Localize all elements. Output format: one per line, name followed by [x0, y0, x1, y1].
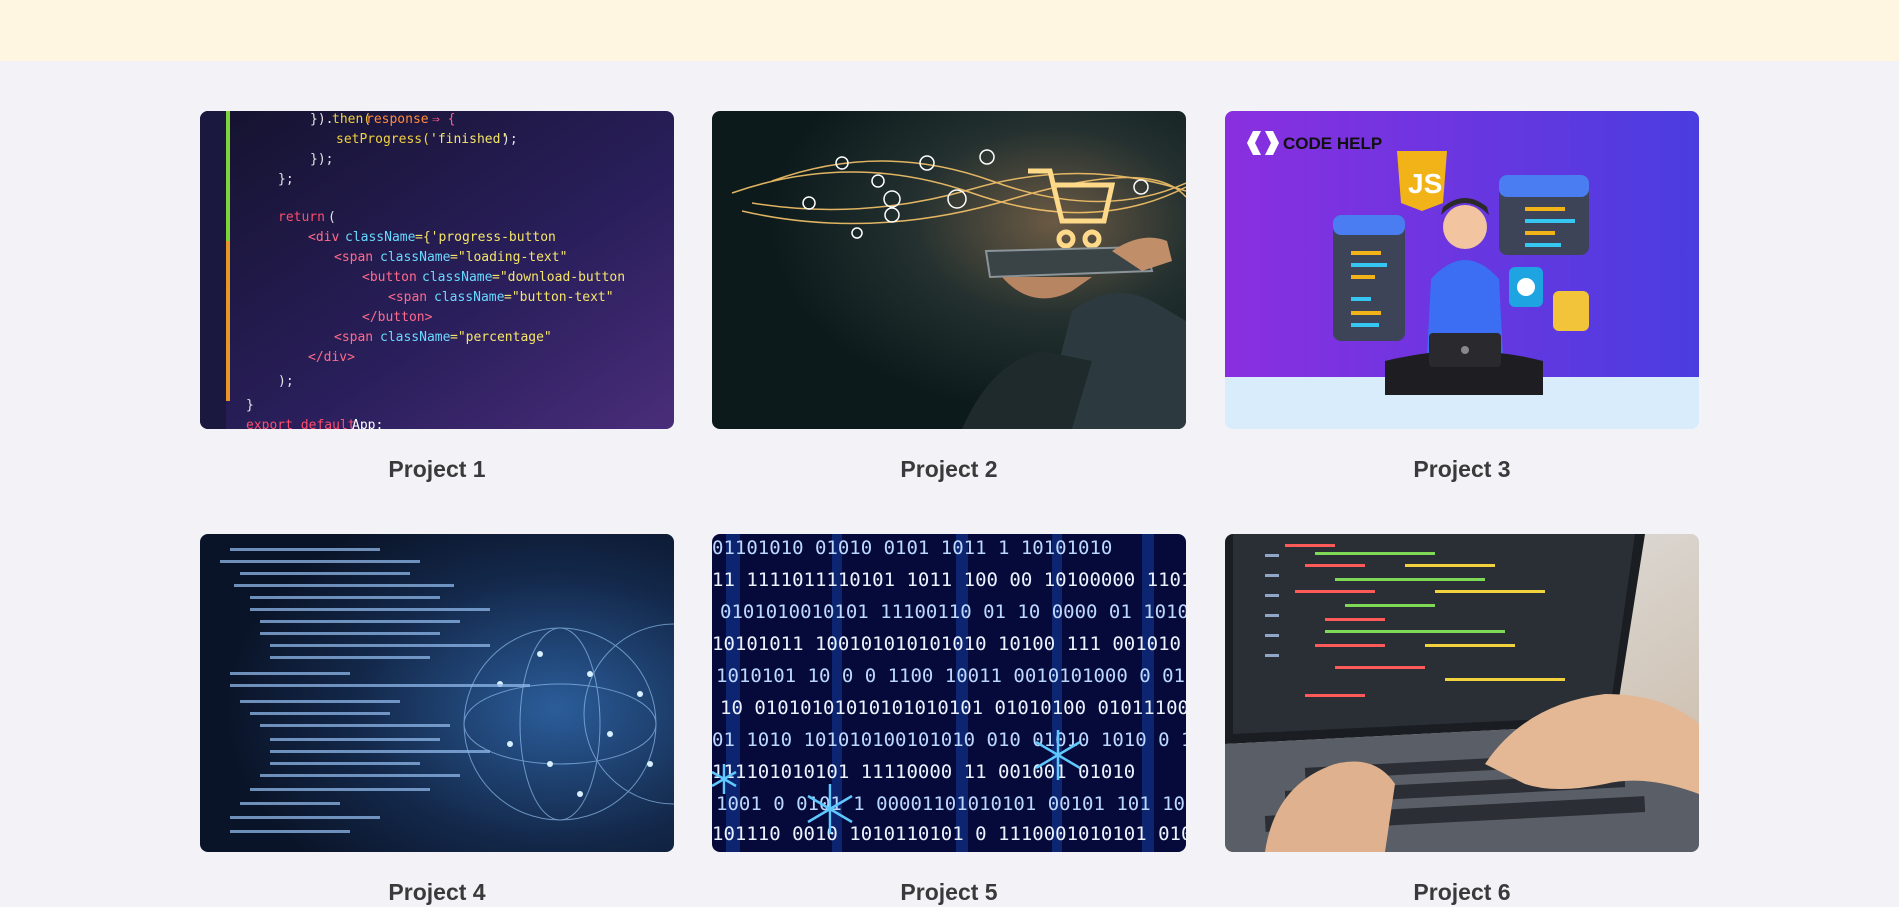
svg-text:101110 0010 1010110101 0 11100: 101110 0010 1010110101 0 1110001010101 0…: [712, 823, 1186, 845]
svg-text:className: className: [434, 290, 505, 305]
project-title: Project 1: [388, 456, 486, 482]
project-title: Project 2: [900, 456, 998, 482]
codehelp-js-image: CODE HELP JS: [1225, 111, 1699, 429]
svg-text:<div: <div: [308, 230, 339, 245]
svg-text:="download-button: ="download-button: [492, 270, 625, 285]
svg-text:(: (: [328, 210, 336, 225]
svg-text:</button>: </button>: [362, 310, 433, 325]
svg-text:0101010010101 11100110 01 10 0: 0101010010101 11100110 01 10 0000 01 101…: [720, 601, 1186, 623]
ecommerce-tablet-image: [712, 111, 1186, 429]
projects-grid: }). then(response ⇒ { setProgress('finishe…: [0, 0, 1899, 907]
project-title: Project 5: [900, 879, 998, 905]
binary-matrix-image: 01101010 01010 0101 1011 1 10101010 11 1…: [712, 534, 1186, 852]
js-badge-text: JS: [1408, 168, 1442, 199]
data-globe-image: [200, 534, 674, 852]
svg-text:className: className: [345, 230, 416, 245]
project-title: Project 4: [388, 879, 486, 905]
svg-text:App;: App;: [352, 418, 383, 429]
project-card-1[interactable]: }). then(response ⇒ { setProgress('finishe…: [200, 111, 674, 482]
svg-text:10101011 100101010101010 10100: 10101011 100101010101010 10100 111 00101…: [712, 633, 1186, 655]
svg-text:}: }: [246, 398, 254, 413]
svg-text:};: };: [278, 172, 294, 187]
svg-text:⇒ {: ⇒ {: [432, 112, 455, 127]
project-title: Project 6: [1413, 879, 1511, 905]
project-title: Project 3: [1413, 456, 1511, 482]
svg-text:'finished': 'finished': [430, 132, 508, 147]
svg-text:={'progress-button: ={'progress-button: [415, 230, 556, 245]
project-card-4[interactable]: Project 4: [200, 534, 674, 905]
svg-text:01101010 01010 0101 1011 1 101: 01101010 01010 0101 1011 1 10101010: [712, 537, 1112, 559]
svg-text:setProgress(: setProgress(: [336, 132, 430, 147]
svg-text:="button-text": ="button-text": [504, 290, 614, 305]
svg-text:response: response: [366, 112, 429, 127]
svg-text:1010101 10 0 0 1100 10011 0010: 1010101 10 0 0 1100 10011 0010101000 0 0…: [716, 665, 1185, 687]
laptop-typing-image: [1225, 534, 1699, 852]
svg-text:);: );: [278, 374, 294, 389]
project-card-6[interactable]: Project 6: [1225, 534, 1699, 905]
brand-text: CODE HELP: [1283, 134, 1382, 153]
svg-text:);: );: [502, 132, 518, 147]
svg-text:</div>: </div>: [308, 350, 355, 365]
code-editor-image: }). then(response ⇒ { setProgress('finishe…: [200, 111, 674, 429]
svg-text:}).: }).: [310, 112, 333, 127]
project-card-5[interactable]: 01101010 01010 0101 1011 1 10101010 11 1…: [712, 534, 1186, 905]
svg-text:className: className: [380, 330, 451, 345]
svg-text:="percentage": ="percentage": [450, 330, 552, 345]
svg-text:className: className: [422, 270, 493, 285]
project-card-2[interactable]: Project 2: [712, 111, 1186, 482]
svg-text:01 1010 101010100101010 010 01: 01 1010 101010100101010 010 01010 1010 0…: [712, 729, 1186, 751]
svg-text:10 01010101010101010101 010101: 10 01010101010101010101 01010100 0101110…: [720, 697, 1186, 719]
svg-text:<button: <button: [362, 270, 417, 285]
svg-text:});: });: [310, 152, 333, 167]
svg-text:export default: export default: [246, 418, 356, 429]
svg-text:<span: <span: [334, 250, 373, 265]
svg-text:<span: <span: [388, 290, 427, 305]
project-card-3[interactable]: CODE HELP JS Project 3: [1225, 111, 1699, 482]
svg-text:return: return: [278, 210, 325, 225]
svg-text:="loading-text": ="loading-text": [450, 250, 567, 265]
svg-text:className: className: [380, 250, 451, 265]
svg-text:1001 0 0101 1 00001101010101 0: 1001 0 0101 1 00001101010101 00101 101 1…: [716, 793, 1186, 815]
svg-text:11 1111011110101 1011 100 00 1: 11 1111011110101 1011 100 00 10100000 11…: [712, 569, 1186, 591]
svg-text:<span: <span: [334, 330, 373, 345]
